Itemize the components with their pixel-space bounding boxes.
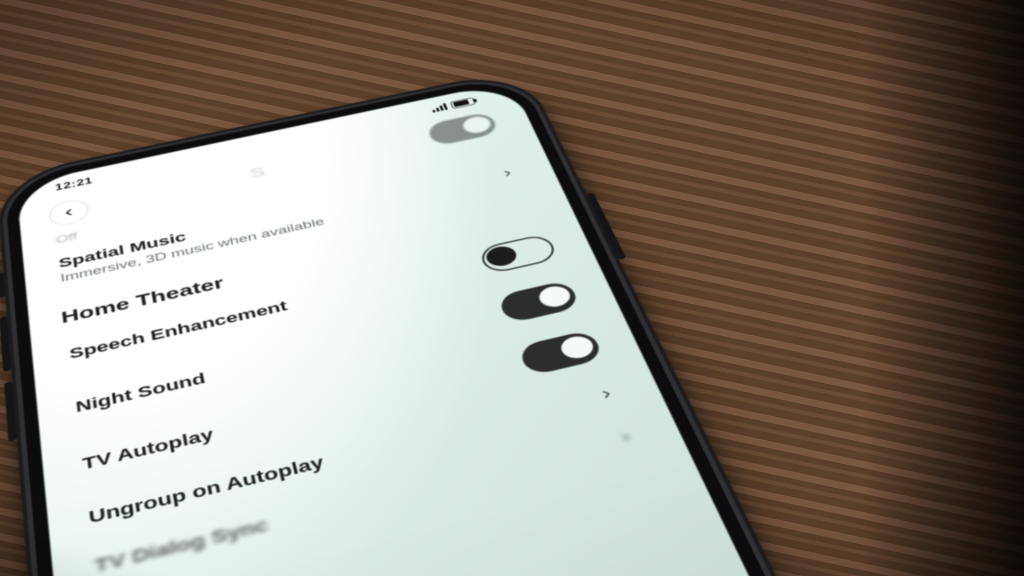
phone-frame: 12:21 S: [0, 68, 874, 576]
night-sound-label: Night Sound: [75, 370, 207, 417]
ungroup-label: Ungroup on Autoplay: [88, 453, 326, 528]
chevron-right-icon: [494, 164, 522, 182]
phone-screen: 12:21 S: [16, 81, 837, 576]
back-button[interactable]: [48, 197, 90, 228]
status-time: 12:21: [55, 176, 94, 193]
chevron-right-icon: [590, 382, 623, 406]
row-tv-dialog-sync[interactable]: TV Dialog Sync: [87, 411, 653, 576]
cellular-icon: [431, 103, 448, 112]
tv-dialog-sync-label: TV Dialog Sync: [93, 514, 270, 576]
volume-up-button[interactable]: [0, 316, 11, 372]
battery-icon: [450, 97, 476, 109]
volume-down-button[interactable]: [4, 381, 17, 442]
tv-autoplay-label: TV Autoplay: [81, 425, 215, 474]
night-sound-toggle[interactable]: [497, 280, 581, 324]
tv-autoplay-toggle[interactable]: [517, 329, 604, 376]
mute-switch[interactable]: [0, 273, 5, 298]
page-title: S: [248, 161, 276, 181]
chevron-right-icon: [609, 425, 643, 450]
speech-enhancement-toggle[interactable]: [478, 233, 559, 275]
chevron-left-icon: [61, 207, 76, 218]
